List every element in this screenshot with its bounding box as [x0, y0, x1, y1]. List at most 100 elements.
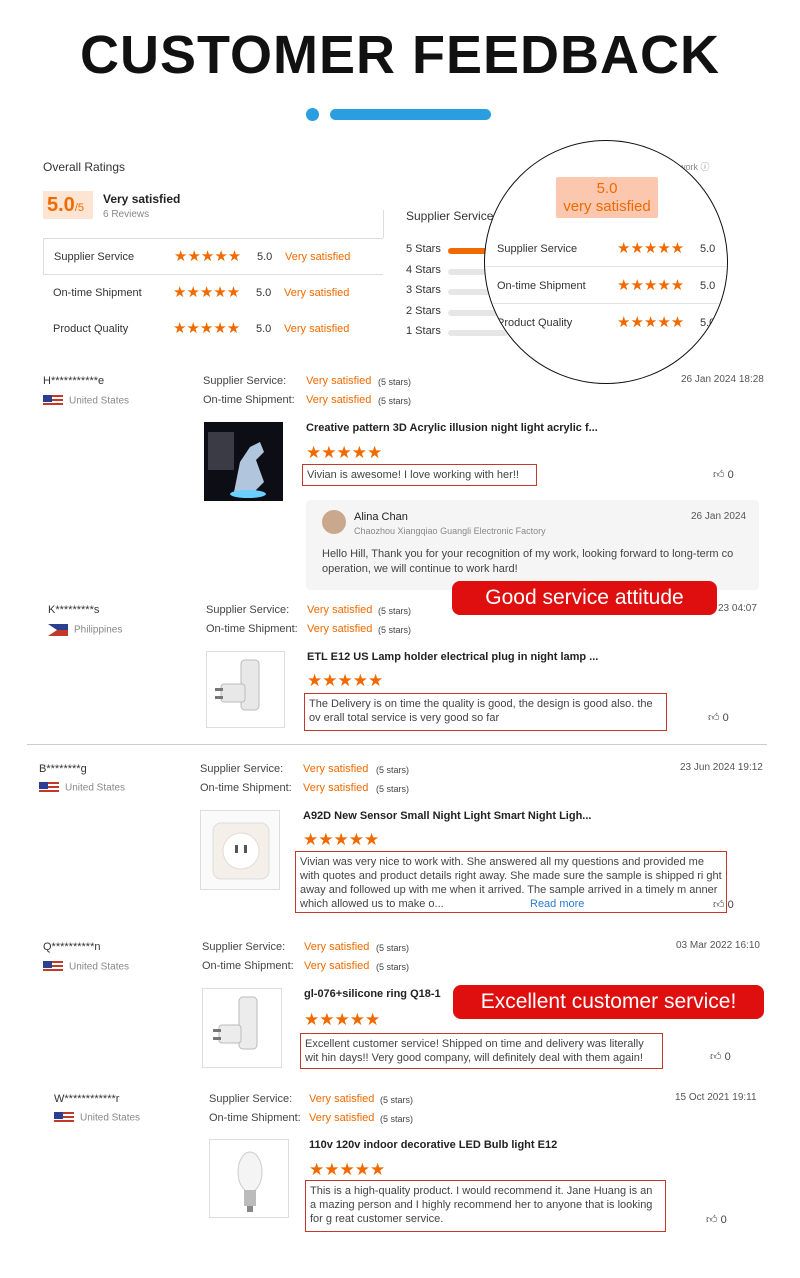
magnifier-row-score: 5.0: [700, 317, 716, 329]
supplier-service-value: Very satisfied: [303, 763, 369, 775]
like-button[interactable]: 👍︎ 0: [710, 1050, 731, 1063]
review-text: Vivian was very nice to work with. She a…: [300, 856, 722, 910]
ontime-shipment-stars: (5 stars): [376, 962, 410, 972]
ontime-shipment-label: On-time Shipment:: [206, 623, 298, 635]
night-light-icon: [212, 822, 270, 880]
ontime-shipment-value: Very satisfied: [307, 623, 373, 635]
like-count: 0: [727, 469, 734, 481]
distribution-label: 4 Stars: [406, 264, 441, 276]
review-stars: ★★★★★: [306, 443, 383, 463]
supplier-reply: Alina Chan Chaozhou Xiangqiao Guangli El…: [306, 500, 759, 590]
ontime-shipment-value: Very satisfied: [304, 960, 370, 972]
magnifier-row-label: On-time Shipment: [497, 280, 586, 292]
overall-ratings-heading: Overall Ratings: [43, 160, 126, 174]
thumbs-up-icon: 👍︎: [708, 712, 720, 724]
product-title[interactable]: Creative pattern 3D Acrylic illusion nig…: [306, 422, 598, 434]
category-satisfaction: Very satisfied: [284, 287, 350, 299]
reviewer-country-name: United States: [69, 395, 130, 407]
ontime-shipment-label: On-time Shipment:: [209, 1112, 301, 1124]
product-title[interactable]: gl-076+silicone ring Q18-1: [304, 988, 441, 1000]
like-button[interactable]: 👍︎ 0: [706, 1213, 727, 1226]
like-button[interactable]: 👍︎ 0: [713, 468, 734, 481]
title-underline: [330, 109, 491, 120]
product-thumbnail[interactable]: [200, 810, 280, 890]
product-title[interactable]: ETL E12 US Lamp holder electrical plug i…: [307, 651, 598, 663]
supplier-service-stars: (5 stars): [378, 606, 412, 616]
reply-company: Chaozhou Xiangqiao Guangli Electronic Fa…: [354, 526, 546, 536]
supplier-service-stars: (5 stars): [376, 943, 410, 953]
reviewer-name: K*********s: [48, 604, 100, 616]
supplier-service-label: Supplier Service:: [200, 763, 284, 775]
category-label: Supplier Service: [54, 251, 135, 263]
reviewer-name: H***********e: [43, 375, 105, 387]
ontime-shipment-stars: (5 stars): [376, 784, 410, 794]
review-stars: ★★★★★: [309, 1160, 386, 1180]
product-thumbnail[interactable]: [202, 988, 282, 1068]
magnifier-row-score: 5.0: [700, 280, 716, 292]
ontime-shipment-label: On-time Shipment:: [202, 960, 294, 972]
ontime-shipment-stars: (5 stars): [380, 1114, 414, 1124]
overall-score: 5.0: [47, 194, 75, 216]
review-date: 15 Oct 2021 19:11: [675, 1092, 757, 1103]
magnifier-circle: 5.0 very satisfied Supplier Service ★★★★…: [484, 140, 728, 384]
magnifier-row-label: Supplier Service: [497, 243, 578, 255]
review-date: 23 04:07: [718, 603, 757, 614]
like-button[interactable]: 👍︎ 0: [713, 898, 734, 911]
category-row-shipment[interactable]: On-time Shipment ★★★★★ 5.0 Very satisfie…: [43, 275, 383, 312]
category-stars: ★★★★★: [173, 283, 241, 301]
distribution-label: 3 Stars: [406, 284, 441, 296]
overall-score-badge: 5.0/5: [43, 191, 93, 219]
magnifier-row-score: 5.0: [700, 243, 716, 255]
category-score: 5.0: [256, 323, 272, 335]
review-text-box: Vivian was very nice to work with. She a…: [295, 851, 727, 913]
ontime-shipment-stars: (5 stars): [378, 625, 412, 635]
supplier-service-stars: (5 stars): [376, 765, 410, 775]
overall-score-suffix: /5: [74, 202, 84, 214]
reply-date: 26 Jan 2024: [691, 511, 747, 522]
magnifier-row-stars: ★★★★★: [617, 239, 685, 257]
reviewer-country: United States: [43, 395, 129, 407]
magnifier-satisfaction: very satisfied: [563, 198, 651, 215]
category-satisfaction: Very satisfied: [284, 323, 350, 335]
thumbs-up-icon: 👍︎: [710, 1051, 722, 1063]
category-row-supplier[interactable]: Supplier Service ★★★★★ 5.0 Very satisfie…: [43, 238, 383, 275]
supplier-service-stars: (5 stars): [380, 1095, 414, 1105]
review-text: The Delivery is on time the quality is g…: [304, 693, 667, 731]
distribution-label: 5 Stars: [406, 243, 441, 255]
title-dot: [306, 108, 319, 121]
reviewer-country: United States: [54, 1112, 140, 1124]
review-date: 23 Jun 2024 19:12: [680, 762, 763, 773]
like-count: 0: [720, 1214, 727, 1226]
product-thumbnail[interactable]: [206, 651, 285, 728]
ph-flag-icon: [48, 624, 68, 636]
table-divider: [383, 210, 384, 238]
supplier-service-value: Very satisfied: [306, 375, 372, 387]
magnifier-row: Product Quality ★★★★★ 5.0: [485, 305, 727, 341]
category-score: 5.0: [256, 287, 272, 299]
overall-review-count: 6 Reviews: [103, 209, 150, 220]
reviewer-country-name: United States: [65, 782, 126, 794]
product-thumbnail[interactable]: [204, 422, 283, 501]
product-thumbnail[interactable]: [209, 1139, 289, 1218]
product-title[interactable]: A92D New Sensor Small Night Light Smart …: [303, 810, 591, 822]
category-stars: ★★★★★: [173, 319, 241, 337]
thumbs-up-icon: 👍︎: [713, 469, 725, 481]
like-count: 0: [727, 899, 734, 911]
ontime-shipment-value: Very satisfied: [306, 394, 372, 406]
read-more-link[interactable]: Read more: [530, 898, 584, 910]
reply-avatar: [322, 510, 346, 534]
category-score: 5.0: [257, 251, 273, 263]
product-title[interactable]: 110v 120v indoor decorative LED Bulb lig…: [309, 1139, 557, 1151]
review-text: This is a high-quality product. I would …: [305, 1180, 666, 1232]
review-stars: ★★★★★: [304, 1010, 381, 1030]
supplier-service-value: Very satisfied: [307, 604, 373, 616]
ontime-shipment-value: Very satisfied: [303, 782, 369, 794]
excellent-service-banner: Excellent customer service!: [453, 985, 764, 1019]
review-stars: ★★★★★: [307, 671, 384, 691]
ontime-shipment-label: On-time Shipment:: [203, 394, 295, 406]
magnifier-score: 5.0: [596, 180, 618, 197]
like-button[interactable]: 👍︎ 0: [708, 711, 729, 724]
supplier-service-stars: (5 stars): [378, 377, 412, 387]
us-flag-icon: [43, 395, 63, 407]
category-row-quality[interactable]: Product Quality ★★★★★ 5.0 Very satisfied: [43, 311, 383, 348]
